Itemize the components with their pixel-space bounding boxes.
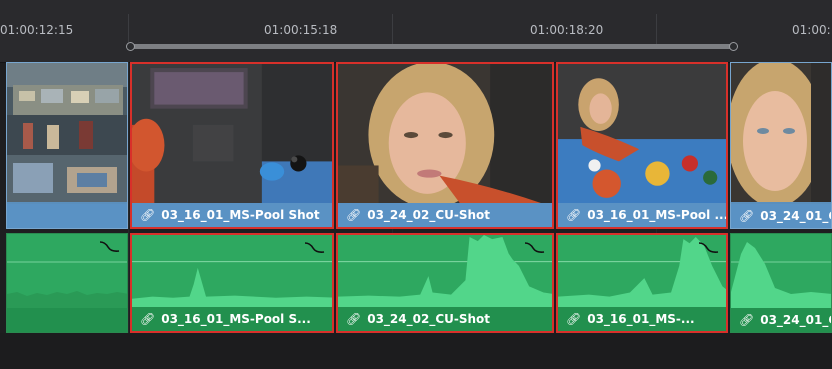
timecode-ruler[interactable]: 01:00:12:15 01:00:15:18 01:00:18:20 01:0… [0,0,832,63]
clip-thumbnail [558,64,726,203]
clip-name: 🔗︎ 03_16_01_MS-... [558,307,726,331]
audio-fade-icon[interactable] [524,239,546,255]
ruler-tick [656,14,657,44]
clip-name-text: 03_24_01_C [760,313,831,327]
video-clip-selected[interactable]: 🔗︎ 03_16_01_MS-Pool ... [556,62,728,229]
clip-name-text: 03_16_01_MS-Pool S... [161,312,311,326]
empty-track-area[interactable] [0,333,832,369]
link-icon: 🔗︎ [346,208,362,222]
video-clip-selected[interactable]: 🔗︎ 03_16_01_MS-Pool Shot [130,62,334,229]
clip-name [7,308,127,332]
clip-name: 🔗︎ 03_16_01_MS-Pool ... [558,203,726,227]
link-icon: 🔗︎ [140,208,156,222]
clip-name: 🔗︎ 03_16_01_MS-Pool Shot [132,203,332,227]
audio-waveform [338,235,552,309]
audio-clip-selected[interactable]: 🔗︎ 03_16_01_MS-Pool S... [130,233,334,333]
clip-thumbnail [7,63,127,202]
range-start-handle[interactable] [126,42,135,51]
link-icon: 🔗︎ [566,312,582,326]
clip-name-text: 03_16_01_MS-Pool Shot [161,208,320,222]
link-icon: 🔗︎ [566,208,582,222]
clip-name: 🔗︎ 03_24_01_C [731,308,831,332]
audio-fade-icon[interactable] [99,238,121,254]
audio-fade-icon[interactable] [698,239,720,255]
audio-clip[interactable] [6,233,128,333]
ruler-tick [392,14,393,44]
audio-fade-icon[interactable] [304,239,326,255]
clip-name: 🔗︎ 03_24_01_C [731,204,831,228]
timecode-label: 01:00:12:15 [0,23,74,37]
clip-name-text: 03_16_01_MS-... [587,312,695,326]
clip-thumbnail [132,64,332,203]
grid-line [128,62,129,369]
link-icon: 🔗︎ [346,312,362,326]
video-clip[interactable]: 🔗︎ 03_24_01_C [730,62,832,229]
timeline-panel: 01:00:12:15 01:00:15:18 01:00:18:20 01:0… [0,0,832,369]
timecode-label: 01:00: [792,23,831,37]
link-icon: 🔗︎ [739,313,755,327]
link-icon: 🔗︎ [140,312,156,326]
clip-name-text: 03_24_02_CU-Shot [367,208,491,222]
audio-clip[interactable]: 🔗︎ 03_24_01_C [730,233,832,333]
clip-name: 🔗︎ 03_24_02_CU-Shot [338,307,552,331]
video-clip[interactable] [6,62,128,229]
clip-name [7,204,127,228]
link-icon: 🔗︎ [739,209,755,223]
clip-thumbnail [731,63,831,202]
video-clip-selected[interactable]: 🔗︎ 03_24_02_CU-Shot [336,62,554,229]
range-end-handle[interactable] [729,42,738,51]
selection-range-bar[interactable] [130,44,734,49]
audio-waveform [731,234,831,308]
clip-name: 🔗︎ 03_24_02_CU-Shot [338,203,552,227]
ruler-tick [128,14,129,44]
timecode-label: 01:00:18:20 [530,23,604,37]
clip-name-text: 03_24_01_C [760,209,831,223]
clip-name-text: 03_24_02_CU-Shot [367,312,491,326]
clip-name: 🔗︎ 03_16_01_MS-Pool S... [132,307,332,331]
audio-clip-selected[interactable]: 🔗︎ 03_16_01_MS-... [556,233,728,333]
clip-thumbnail [338,64,552,203]
timecode-label: 01:00:15:18 [264,23,338,37]
audio-clip-selected[interactable]: 🔗︎ 03_24_02_CU-Shot [336,233,554,333]
clip-name-text: 03_16_01_MS-Pool ... [587,208,726,222]
